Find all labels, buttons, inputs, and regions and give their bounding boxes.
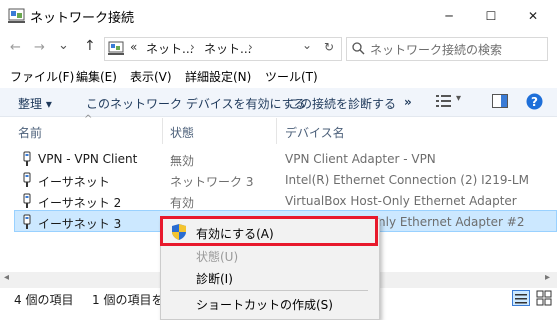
column-header-status[interactable]: 状態 <box>170 124 194 141</box>
close-icon: ✕ <box>527 9 539 23</box>
scroll-left-icon[interactable]: ◂ <box>4 272 9 283</box>
up-arrow-icon[interactable]: ↑ <box>84 38 96 54</box>
breadcrumb-item-2[interactable]: ネット... <box>204 40 251 57</box>
window-title: ネットワーク接続 <box>30 11 135 26</box>
details-view-icon[interactable] <box>512 290 530 306</box>
menu-edit[interactable]: 編集(E) <box>76 68 117 85</box>
control-panel-icon <box>108 41 124 55</box>
context-menu-create-shortcut[interactable]: ショートカットの作成(S) <box>196 296 333 313</box>
row-device: VPN Client Adapter - VPN <box>285 152 436 166</box>
menu-file[interactable]: ファイル(F) <box>10 68 74 85</box>
forward-arrow-icon[interactable]: → <box>34 40 45 55</box>
column-header-name[interactable]: 名前 <box>18 124 42 141</box>
breadcrumb-overflow[interactable]: « <box>130 40 137 54</box>
row-name[interactable]: VPN - VPN Client <box>38 152 137 166</box>
network-adapter-icon <box>23 214 31 229</box>
view-dropdown-icon[interactable]: ▾ <box>456 93 461 104</box>
enable-device-button[interactable]: このネットワーク デバイスを有効にする <box>86 95 306 112</box>
diagnose-connection-button[interactable]: この接続を診断する <box>288 95 396 112</box>
menu-advanced[interactable]: 詳細設定(N) <box>185 68 251 85</box>
search-icon <box>352 42 365 55</box>
help-icon[interactable]: ? <box>526 93 543 110</box>
address-dropdown-icon[interactable]: ⌄ <box>302 38 312 52</box>
row-status: 無効 <box>170 154 195 168</box>
search-placeholder[interactable]: ネットワーク接続の検索 <box>370 41 502 58</box>
preview-pane-icon[interactable] <box>492 94 508 108</box>
column-divider[interactable] <box>276 118 277 144</box>
row-name[interactable]: イーサネット 3 <box>38 215 121 232</box>
refresh-icon[interactable]: ↻ <box>324 40 334 54</box>
maximize-button[interactable]: ☐ <box>470 0 512 32</box>
row-device: Intel(R) Ethernet Connection (2) I219-LM <box>285 173 529 187</box>
svg-text:?: ? <box>531 95 538 109</box>
menu-view[interactable]: 表示(V) <box>130 68 172 85</box>
sort-indicator-icon: ^ <box>84 114 93 125</box>
highlight-box <box>160 216 378 246</box>
context-menu-status: 状態(U) <box>196 250 239 264</box>
row-device: VirtualBox Host-Only Ethernet Adapter <box>285 194 517 208</box>
network-adapter-icon <box>23 172 31 187</box>
context-menu-diagnose[interactable]: 診断(I) <box>196 270 233 287</box>
network-adapter-icon <box>23 151 31 166</box>
breadcrumb-item-1[interactable]: ネット... <box>146 40 193 57</box>
network-connections-app-icon <box>8 8 25 23</box>
menu-tools[interactable]: ツール(T) <box>265 68 318 85</box>
close-button[interactable]: ✕ <box>512 0 554 32</box>
row-status: 有効 <box>170 196 195 210</box>
row-status: ネットワーク 3 <box>170 175 254 189</box>
status-item-count: 4 個の項目 <box>14 293 74 307</box>
large-icons-view-icon[interactable] <box>536 290 552 306</box>
minimize-button[interactable]: ─ <box>428 0 470 32</box>
recent-locations-chevron-icon[interactable]: ⌄ <box>58 38 69 53</box>
scroll-right-icon[interactable]: ▸ <box>545 272 550 283</box>
column-header-device[interactable]: デバイス名 <box>285 124 345 141</box>
network-adapter-icon <box>23 193 31 208</box>
change-view-icon[interactable] <box>436 94 452 108</box>
column-divider[interactable] <box>162 118 163 144</box>
back-arrow-icon[interactable]: ← <box>10 40 21 55</box>
minimize-icon: ─ <box>445 9 453 23</box>
breadcrumb-separator-2[interactable]: › <box>248 40 253 54</box>
row-name[interactable]: イーサネット 2 <box>38 194 121 211</box>
row-device: nly Ethernet Adapter #2 <box>378 215 525 229</box>
breadcrumb-separator[interactable]: › <box>190 40 195 54</box>
organize-button[interactable]: 整理 ▾ <box>18 95 52 112</box>
more-commands-button[interactable]: » <box>404 95 412 109</box>
context-menu-separator <box>170 290 368 291</box>
row-name[interactable]: イーサネット <box>38 173 110 190</box>
maximize-icon: ☐ <box>485 9 497 23</box>
